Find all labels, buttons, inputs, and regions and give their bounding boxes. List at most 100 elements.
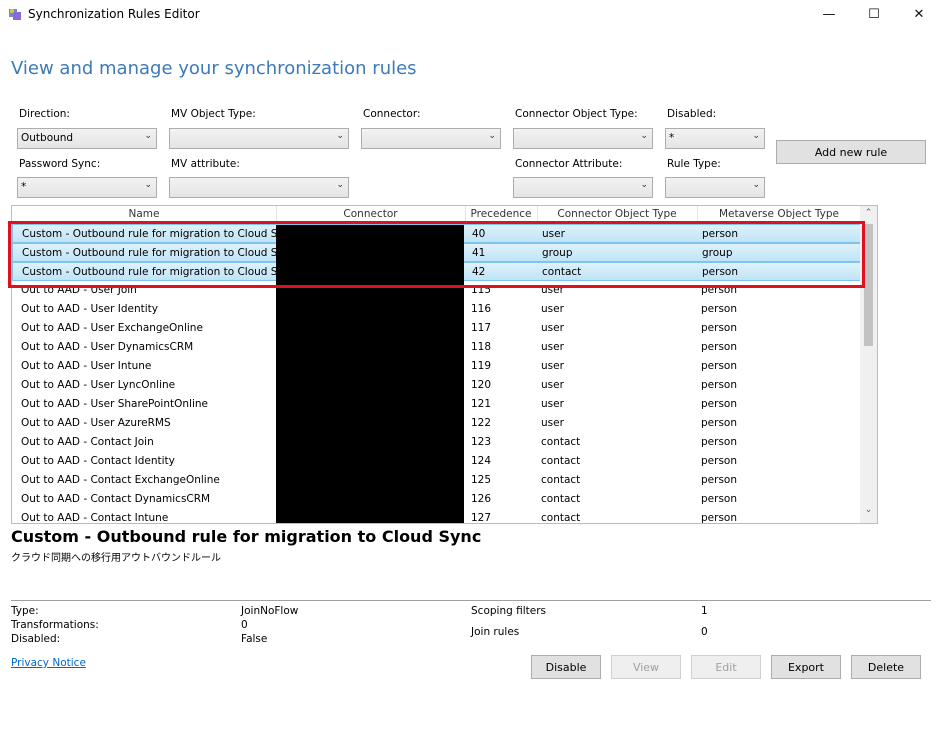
cell-name: Out to AAD - User SharePointOnline [21, 398, 208, 410]
chevron-down-icon: ⌄ [752, 180, 760, 190]
cell-precedence: 122 [471, 417, 492, 429]
rule-description: クラウド同期への移行用アウトバウンドルール [11, 553, 221, 564]
mv-object-type-label: MV Object Type: [171, 108, 256, 120]
edit-button[interactable]: Edit [691, 655, 761, 679]
chevron-down-icon: ⌄ [488, 131, 496, 141]
chevron-down-icon: ⌄ [144, 180, 152, 190]
close-button[interactable]: ✕ [896, 0, 942, 28]
cell-precedence: 118 [471, 341, 492, 353]
cell-metaverse-object-type: person [701, 379, 737, 391]
join-rules-value: 0 [701, 626, 708, 638]
password-sync-dropdown[interactable]: * ⌄ [17, 177, 157, 198]
cell-precedence: 119 [471, 360, 492, 372]
cell-connector-object-type: user [541, 398, 564, 410]
password-sync-value: * [21, 181, 27, 193]
disabled-value: * [669, 132, 675, 144]
cell-metaverse-object-type: person [701, 322, 737, 334]
transformations-value: 0 [241, 619, 248, 631]
delete-button[interactable]: Delete [851, 655, 921, 679]
cell-connector-object-type: contact [541, 436, 581, 448]
cell-precedence: 116 [471, 303, 492, 315]
rule-title: Custom - Outbound rule for migration to … [11, 527, 482, 546]
chevron-down-icon: ⌄ [752, 131, 760, 141]
disabled-label: Disabled: [667, 108, 717, 120]
cell-precedence: 117 [471, 322, 492, 334]
cell-connector-object-type: user [541, 341, 564, 353]
cell-metaverse-object-type: person [701, 512, 737, 524]
connector-object-type-label: Connector Object Type: [515, 108, 638, 120]
direction-dropdown[interactable]: Outbound ⌄ [17, 128, 157, 149]
cell-connector-object-type: contact [541, 455, 581, 467]
cell-metaverse-object-type: person [701, 493, 737, 505]
rule-type-label: Rule Type: [667, 158, 721, 170]
add-new-rule-button[interactable]: Add new rule [776, 140, 926, 164]
cell-metaverse-object-type: person [701, 303, 737, 315]
type-value: JoinNoFlow [241, 605, 299, 617]
divider [11, 600, 931, 601]
rule-type-dropdown[interactable]: ⌄ [665, 177, 765, 198]
cell-name: Out to AAD - User Identity [21, 303, 158, 315]
cell-name: Out to AAD - User AzureRMS [21, 417, 171, 429]
column-header-name[interactable]: Name [12, 208, 276, 220]
window-title: Synchronization Rules Editor [28, 7, 200, 21]
connector-attribute-dropdown[interactable]: ⌄ [513, 177, 653, 198]
mv-attribute-dropdown[interactable]: ⌄ [169, 177, 349, 198]
cell-name: Out to AAD - Contact Intune [21, 512, 169, 524]
cell-precedence: 121 [471, 398, 492, 410]
privacy-notice-link[interactable]: Privacy Notice [11, 657, 86, 669]
scoping-filters-label: Scoping filters [471, 605, 546, 617]
cell-name: Out to AAD - User DynamicsCRM [21, 341, 194, 353]
cell-metaverse-object-type: person [701, 455, 737, 467]
connector-attribute-label: Connector Attribute: [515, 158, 623, 170]
cell-precedence: 124 [471, 455, 492, 467]
mv-object-type-dropdown[interactable]: ⌄ [169, 128, 349, 149]
cell-name: Out to AAD - User ExchangeOnline [21, 322, 203, 334]
cell-metaverse-object-type: person [701, 436, 737, 448]
cell-connector-object-type: user [541, 379, 564, 391]
cell-connector-object-type: contact [541, 493, 581, 505]
cell-metaverse-object-type: person [701, 474, 737, 486]
export-button[interactable]: Export [771, 655, 841, 679]
chevron-down-icon: ⌄ [336, 131, 344, 141]
scoping-filters-value: 1 [701, 605, 708, 617]
cell-metaverse-object-type: person [701, 341, 737, 353]
cell-connector-object-type: user [541, 322, 564, 334]
cell-precedence: 127 [471, 512, 492, 524]
disabled-detail-label: Disabled: [11, 633, 61, 645]
cell-name: Out to AAD - Contact ExchangeOnline [21, 474, 220, 486]
cell-metaverse-object-type: person [701, 360, 737, 372]
minimize-button[interactable]: — [806, 0, 852, 28]
direction-label: Direction: [19, 108, 70, 120]
chevron-down-icon: ⌄ [144, 131, 152, 141]
title-bar: Synchronization Rules Editor — ☐ ✕ [0, 0, 942, 28]
column-header-connector-object-type[interactable]: Connector Object Type [537, 208, 697, 220]
cell-name: Out to AAD - Contact Identity [21, 455, 175, 467]
column-header-metaverse-object-type[interactable]: Metaverse Object Type [697, 208, 861, 220]
column-header-connector[interactable]: Connector [276, 208, 465, 220]
disable-button[interactable]: Disable [531, 655, 601, 679]
cell-precedence: 120 [471, 379, 492, 391]
chevron-down-icon: ⌄ [336, 180, 344, 190]
mv-attribute-label: MV attribute: [171, 158, 240, 170]
cell-precedence: 123 [471, 436, 492, 448]
connector-dropdown[interactable]: ⌄ [361, 128, 501, 149]
scroll-down-icon[interactable]: ⌄ [860, 505, 877, 521]
join-rules-label: Join rules [471, 626, 520, 638]
type-label: Type: [11, 605, 39, 617]
maximize-button[interactable]: ☐ [851, 0, 897, 28]
scrollbar-thumb[interactable] [864, 224, 873, 346]
transformations-label: Transformations: [11, 619, 99, 631]
cell-name: Out to AAD - Contact Join [21, 436, 154, 448]
cell-connector-object-type: contact [541, 474, 581, 486]
view-button[interactable]: View [611, 655, 681, 679]
direction-value: Outbound [21, 132, 74, 144]
cell-connector-object-type: contact [541, 512, 581, 524]
password-sync-label: Password Sync: [19, 158, 101, 170]
connector-object-type-dropdown[interactable]: ⌄ [513, 128, 653, 149]
app-icon [9, 9, 21, 20]
column-header-precedence[interactable]: Precedence [465, 208, 537, 220]
disabled-detail-value: False [241, 633, 268, 645]
disabled-dropdown[interactable]: * ⌄ [665, 128, 765, 149]
cell-connector-object-type: user [541, 360, 564, 372]
cell-metaverse-object-type: person [701, 417, 737, 429]
